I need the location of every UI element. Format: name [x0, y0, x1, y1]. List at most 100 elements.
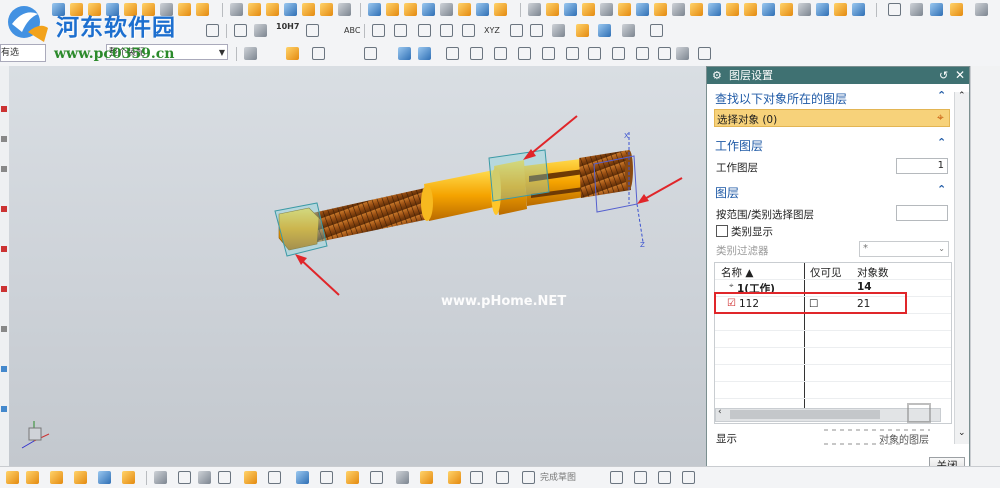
range-select-input[interactable] [896, 205, 948, 221]
rib-icon[interactable] [708, 3, 721, 16]
sew-icon[interactable] [476, 3, 489, 16]
column-header-object-count[interactable]: 对象数 [857, 265, 889, 280]
clearance-icon[interactable] [296, 471, 309, 484]
show-hide-icon[interactable] [312, 47, 325, 60]
reuse-library-icon[interactable] [1, 286, 7, 292]
close-icon[interactable]: ✕ [955, 67, 965, 84]
line-icon[interactable] [440, 24, 453, 37]
part-model[interactable]: Z X [9, 66, 706, 466]
measure-icon[interactable] [528, 3, 541, 16]
snap-icon[interactable] [244, 47, 257, 60]
dialog-vertical-scrollbar[interactable]: ⌃ ⌄ [954, 91, 969, 444]
more-tools-icon[interactable] [975, 3, 988, 16]
frame-icon[interactable] [206, 24, 219, 37]
rectangle-icon[interactable] [510, 24, 523, 37]
center-cylinder[interactable] [424, 170, 499, 221]
profile-icon[interactable] [178, 471, 191, 484]
point-on-curve-icon[interactable] [636, 47, 649, 60]
add-component-icon[interactable] [50, 471, 63, 484]
layers-section-heading[interactable]: 图层 [715, 184, 739, 201]
intersection-icon[interactable] [542, 47, 555, 60]
sketch-plane-icon[interactable] [154, 471, 167, 484]
circle-icon[interactable] [462, 24, 475, 37]
deform-icon[interactable] [496, 471, 509, 484]
navigator-icon[interactable] [1, 106, 7, 112]
select-object-field[interactable]: 选择对象 (0) ⌖ [714, 109, 950, 127]
endpoint-icon[interactable] [470, 47, 483, 60]
dialog-title-bar[interactable]: ⚙ 图层设置 ↺ ✕ [707, 67, 969, 84]
pad-icon[interactable] [762, 3, 775, 16]
type-filter-select[interactable]: 有选 [0, 44, 46, 62]
category-display-checkbox[interactable] [716, 225, 728, 237]
fit-view-icon[interactable] [888, 3, 901, 16]
paint-icon[interactable] [576, 24, 589, 37]
arrangement-icon[interactable] [198, 471, 211, 484]
fit-tolerance-label[interactable]: 10H7 [276, 22, 299, 31]
unite-icon[interactable] [196, 3, 209, 16]
assembly-navigator-icon[interactable] [1, 206, 7, 212]
trim-icon[interactable] [320, 3, 333, 16]
roles-icon[interactable] [1, 366, 7, 372]
wave-icon[interactable] [320, 471, 333, 484]
layer-icon[interactable] [530, 24, 543, 37]
split-icon[interactable] [338, 3, 351, 16]
crosshair-icon[interactable]: ⌖ [937, 110, 944, 125]
wrap-icon[interactable] [672, 3, 685, 16]
point-snap-icon[interactable] [446, 47, 459, 60]
history-icon[interactable] [1, 136, 7, 142]
move-component-icon[interactable] [122, 471, 135, 484]
move-face-icon[interactable] [654, 3, 667, 16]
plane-icon[interactable] [852, 3, 865, 16]
work-layer-section-heading[interactable]: 工作图层 [715, 137, 763, 154]
center-icon[interactable] [566, 47, 579, 60]
scroll-left-icon[interactable]: ‹ [718, 407, 722, 417]
pattern-component-icon[interactable] [396, 471, 409, 484]
work-layer-input[interactable]: 1 [896, 158, 948, 174]
emboss-icon[interactable] [690, 3, 703, 16]
section-icon[interactable] [546, 3, 559, 16]
reset-icon[interactable]: ↺ [939, 67, 948, 84]
display-icon[interactable] [598, 24, 611, 37]
scroll-down-icon[interactable]: ⌄ [958, 428, 966, 438]
weld-icon[interactable] [448, 471, 461, 484]
cylinder-icon[interactable] [248, 3, 261, 16]
patch-icon[interactable] [494, 3, 507, 16]
surface-finish-icon[interactable] [306, 24, 319, 37]
slot-icon[interactable] [744, 3, 757, 16]
graphics-viewport[interactable]: Z X www.pHome.NET [9, 66, 706, 466]
view-triad-icon[interactable] [28, 427, 42, 441]
polyline-icon[interactable] [634, 471, 647, 484]
column-header-name[interactable]: 名称 ▲ [721, 265, 753, 280]
offset-face-icon[interactable] [368, 3, 381, 16]
route-icon[interactable] [470, 471, 483, 484]
right-thread-section[interactable] [579, 150, 631, 198]
combine-icon[interactable] [582, 3, 595, 16]
settings-gear-icon[interactable] [622, 24, 635, 37]
constraint-navigator-icon[interactable] [1, 246, 7, 252]
find-section-heading[interactable]: 查找以下对象所在的图层 [715, 90, 847, 107]
constraint-icon[interactable] [98, 471, 111, 484]
select-face-icon[interactable] [418, 47, 431, 60]
subtract-icon[interactable] [600, 3, 613, 16]
select-body-icon[interactable] [398, 47, 411, 60]
arc-icon[interactable] [610, 471, 623, 484]
replace-icon[interactable] [420, 471, 433, 484]
blend-icon[interactable] [284, 3, 297, 16]
new-component-icon[interactable] [74, 471, 87, 484]
groove-icon[interactable] [726, 3, 739, 16]
sketch-icon[interactable] [650, 24, 663, 37]
point-icon[interactable] [834, 3, 847, 16]
xyz-label[interactable]: XYZ [484, 26, 500, 35]
shell-icon[interactable] [302, 3, 315, 16]
curve-point-icon[interactable] [518, 47, 531, 60]
quadrant-icon[interactable] [588, 47, 601, 60]
part-icon[interactable] [6, 471, 19, 484]
link-icon[interactable] [346, 471, 359, 484]
thread-icon[interactable] [178, 3, 191, 16]
datum-icon[interactable] [798, 3, 811, 16]
column-header-visible-only[interactable]: 仅可见 [810, 265, 842, 280]
body-icon[interactable] [458, 3, 471, 16]
feature-control-icon[interactable] [254, 24, 267, 37]
collapse-chevron-icon[interactable]: ⌃ [937, 183, 946, 196]
chamfer-icon[interactable] [266, 3, 279, 16]
